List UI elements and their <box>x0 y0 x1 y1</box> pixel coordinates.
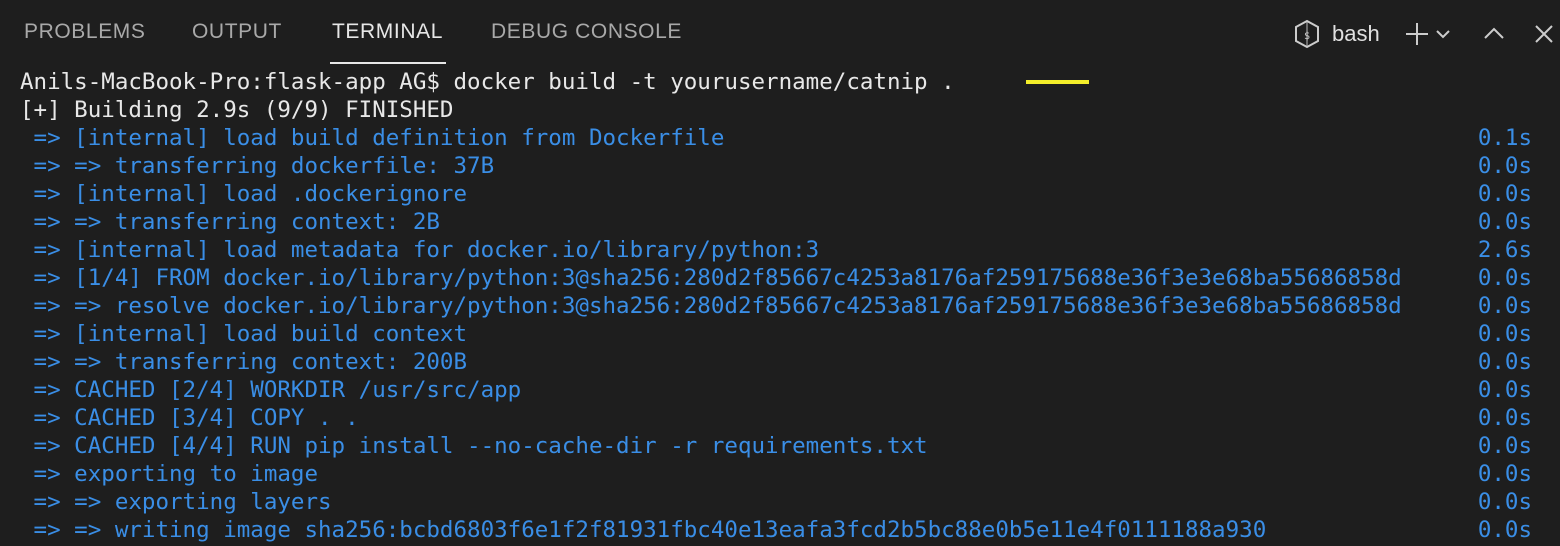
build-step-time: 0.0s <box>1477 209 1532 235</box>
build-step-line: => => transferring dockerfile: 37B <box>20 153 495 179</box>
chevron-down-icon <box>1434 25 1452 43</box>
shell-name-label: bash <box>1332 21 1380 46</box>
build-step-line: => [internal] load metadata for docker.i… <box>20 237 820 263</box>
build-step-line: => => exporting layers <box>20 489 332 515</box>
build-step-line: => CACHED [3/4] COPY . . <box>20 405 359 431</box>
build-step-line: => [internal] load .dockerignore <box>20 181 468 207</box>
terminal-dropdown-button[interactable] <box>1429 16 1457 52</box>
build-step-time: 0.0s <box>1477 461 1532 487</box>
build-step-time: 0.0s <box>1477 349 1532 375</box>
terminal-output[interactable]: Anils-MacBook-Pro:flask-app AG$ docker b… <box>0 68 1560 546</box>
build-step-time: 0.0s <box>1477 181 1532 207</box>
build-step-time: 0.0s <box>1477 489 1532 515</box>
build-step-line: => => transferring context: 200B <box>20 349 468 375</box>
build-step-time: 0.0s <box>1477 293 1532 319</box>
terminal-shell-selector[interactable]: $ bash <box>1292 14 1380 54</box>
active-tab-indicator <box>330 62 446 64</box>
svg-text:$: $ <box>1304 31 1310 42</box>
tab-debug-console[interactable]: DEBUG CONSOLE <box>491 20 682 44</box>
build-step-line: => [internal] load build context <box>20 321 468 347</box>
tab-terminal[interactable]: TERMINAL <box>332 20 443 44</box>
build-step-time: 0.1s <box>1477 125 1532 151</box>
build-step-time: 0.0s <box>1477 405 1532 431</box>
build-step-line: => CACHED [2/4] WORKDIR /usr/src/app <box>20 377 522 403</box>
build-step-line: => exporting to image <box>20 461 319 487</box>
tab-output[interactable]: OUTPUT <box>192 20 282 44</box>
build-status-line: [+] Building 2.9s (9/9) FINISHED <box>20 97 454 123</box>
build-step-line: => [internal] load build definition from… <box>20 125 725 151</box>
yellow-cursor-highlight <box>1026 80 1089 84</box>
maximize-panel-button[interactable] <box>1476 16 1512 52</box>
build-step-time: 2.6s <box>1477 237 1532 263</box>
chevron-up-icon <box>1481 21 1507 47</box>
terminal-profile-icon: $ <box>1292 19 1322 49</box>
build-step-line: => => writing image sha256:bcbd6803f6e1f… <box>20 517 1267 543</box>
build-step-time: 0.0s <box>1477 433 1532 459</box>
tab-problems[interactable]: PROBLEMS <box>24 20 146 44</box>
build-step-time: 0.0s <box>1477 265 1532 291</box>
close-panel-button[interactable] <box>1528 16 1560 52</box>
panel-tab-bar: PROBLEMS OUTPUT TERMINAL DEBUG CONSOLE $… <box>0 0 1560 66</box>
build-step-line: => CACHED [4/4] RUN pip install --no-cac… <box>20 433 928 459</box>
plus-icon <box>1403 20 1431 48</box>
build-step-time: 0.0s <box>1477 377 1532 403</box>
build-step-time: 0.0s <box>1477 517 1532 543</box>
build-step-line: => => transferring context: 2B <box>20 209 440 235</box>
build-step-line: => => resolve docker.io/library/python:3… <box>20 293 1402 319</box>
terminal-prompt-line: Anils-MacBook-Pro:flask-app AG$ docker b… <box>20 69 955 95</box>
build-step-time: 0.0s <box>1477 153 1532 179</box>
close-icon <box>1532 22 1556 46</box>
build-step-time: 0.0s <box>1477 321 1532 347</box>
build-step-line: => [1/4] FROM docker.io/library/python:3… <box>20 265 1402 291</box>
